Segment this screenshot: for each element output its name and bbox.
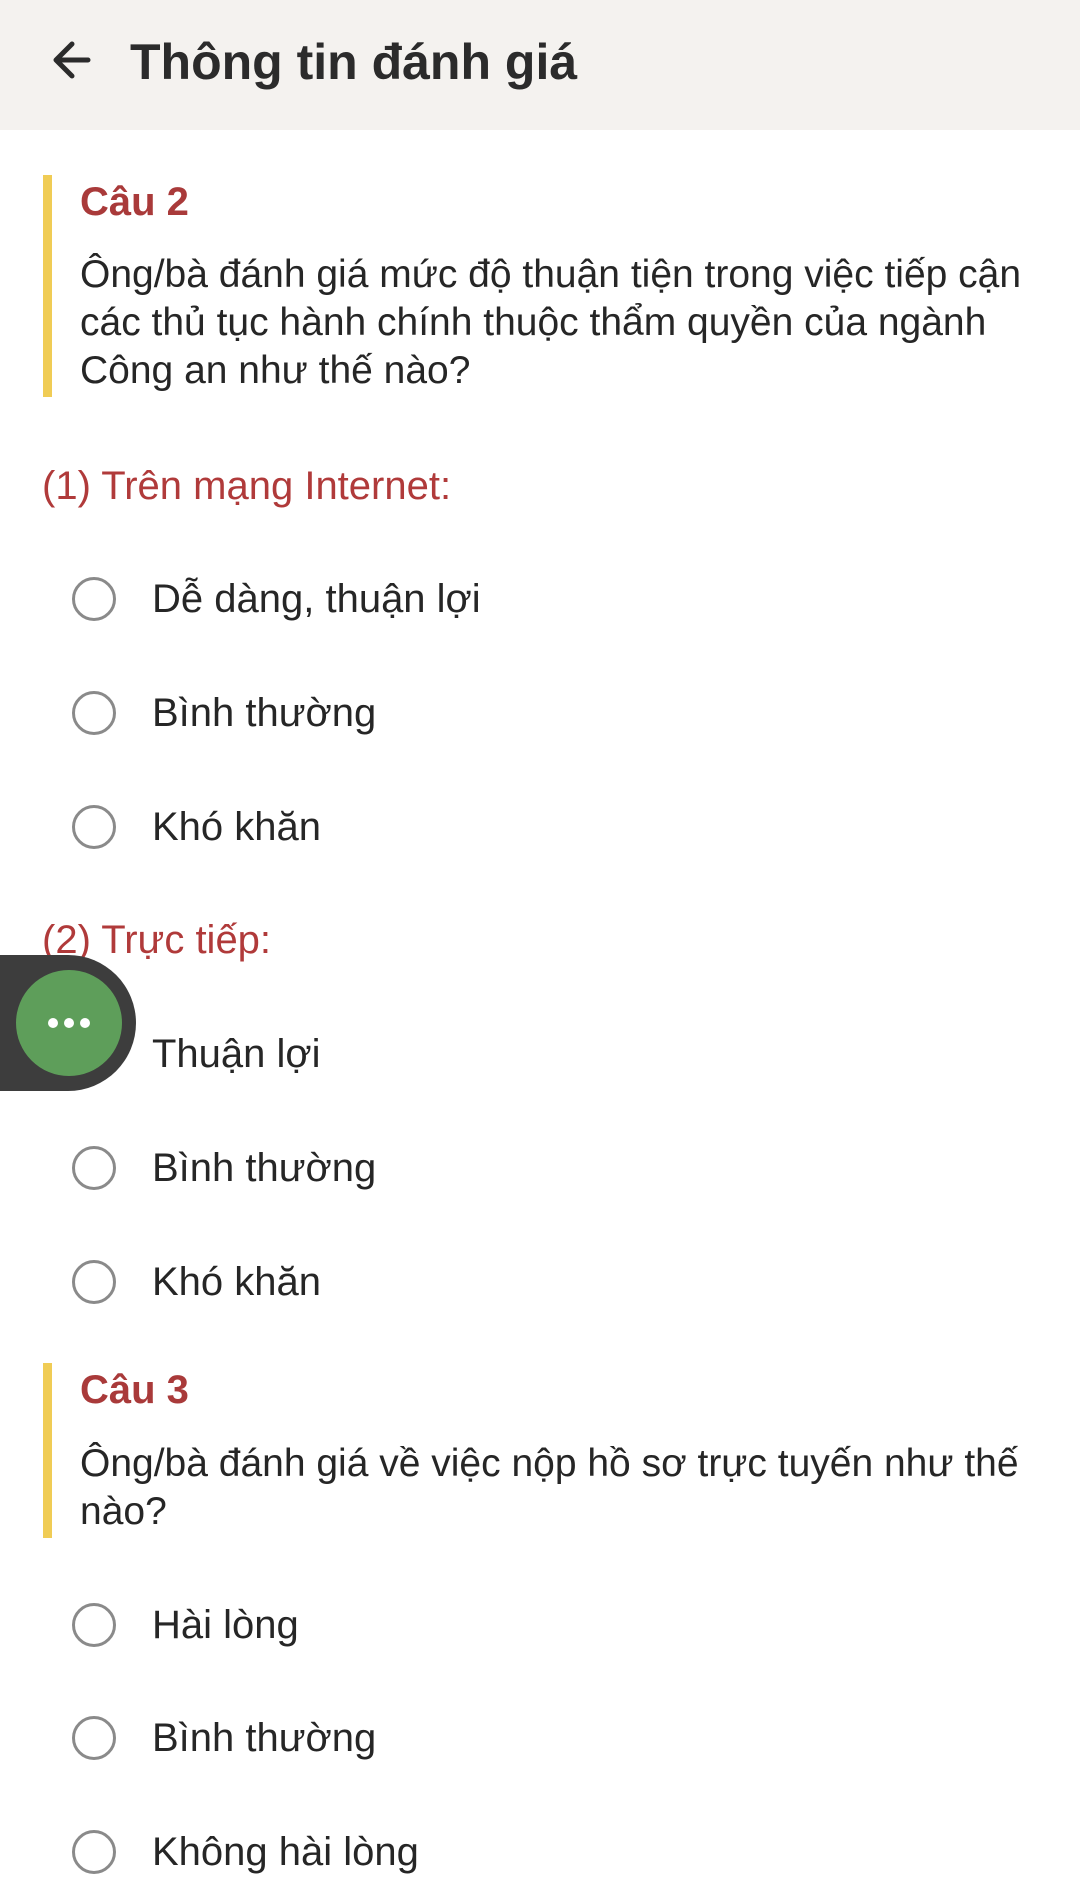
page-title: Thông tin đánh giá (130, 34, 578, 90)
back-button[interactable] (44, 30, 104, 90)
more-horizontal-icon (48, 1018, 90, 1028)
radio-button[interactable] (72, 805, 116, 849)
question-card-3: Câu 3 Ông/bà đánh giá về việc nộp hồ sơ … (43, 1363, 1042, 1538)
radio-option[interactable]: Bình thường (72, 1711, 972, 1771)
radio-option[interactable]: Khó khăn (72, 1255, 972, 1315)
radio-option[interactable]: Hài lòng (72, 1598, 972, 1658)
option-label: Không hài lòng (152, 1830, 419, 1874)
question-text: Ông/bà đánh giá về việc nộp hồ sơ trực t… (80, 1442, 1019, 1533)
option-label: Bình thường (152, 1146, 377, 1190)
radio-option[interactable]: Bình thường (72, 1141, 972, 1201)
radio-option[interactable]: Bình thường (72, 686, 972, 746)
radio-option[interactable]: Không hài lòng (72, 1825, 972, 1885)
option-label: Bình thường (152, 691, 377, 735)
radio-button[interactable] (72, 1716, 116, 1760)
radio-option[interactable]: Khó khăn (72, 800, 972, 860)
radio-option[interactable]: Dễ dàng, thuận lợi (72, 572, 972, 632)
question-number: Câu 3 (80, 1368, 189, 1412)
radio-option[interactable]: Thuận lợi (72, 1027, 972, 1087)
option-label: Thuận lợi (152, 1032, 321, 1076)
floating-menu-button[interactable] (16, 970, 122, 1076)
question-number: Câu 2 (80, 180, 189, 224)
floating-menu-panel[interactable] (0, 955, 136, 1091)
question-text: Ông/bà đánh giá mức độ thuận tiện trong … (80, 253, 1022, 392)
option-label: Khó khăn (152, 1260, 322, 1304)
radio-button[interactable] (72, 577, 116, 621)
option-label: Bình thường (152, 1716, 377, 1760)
question-card-2: Câu 2 Ông/bà đánh giá mức độ thuận tiện … (43, 175, 1042, 397)
app-header: Thông tin đánh giá (0, 0, 1080, 130)
option-label: Hài lòng (152, 1603, 299, 1647)
arrow-left-icon (53, 41, 91, 79)
radio-button[interactable] (72, 1260, 116, 1304)
radio-button[interactable] (72, 1830, 116, 1874)
option-label: Dễ dàng, thuận lợi (152, 577, 481, 621)
radio-button[interactable] (72, 1603, 116, 1647)
group-heading-internet: (1) Trên mạng Internet: (42, 464, 452, 508)
radio-button[interactable] (72, 1146, 116, 1190)
radio-button[interactable] (72, 691, 116, 735)
option-label: Khó khăn (152, 805, 322, 849)
